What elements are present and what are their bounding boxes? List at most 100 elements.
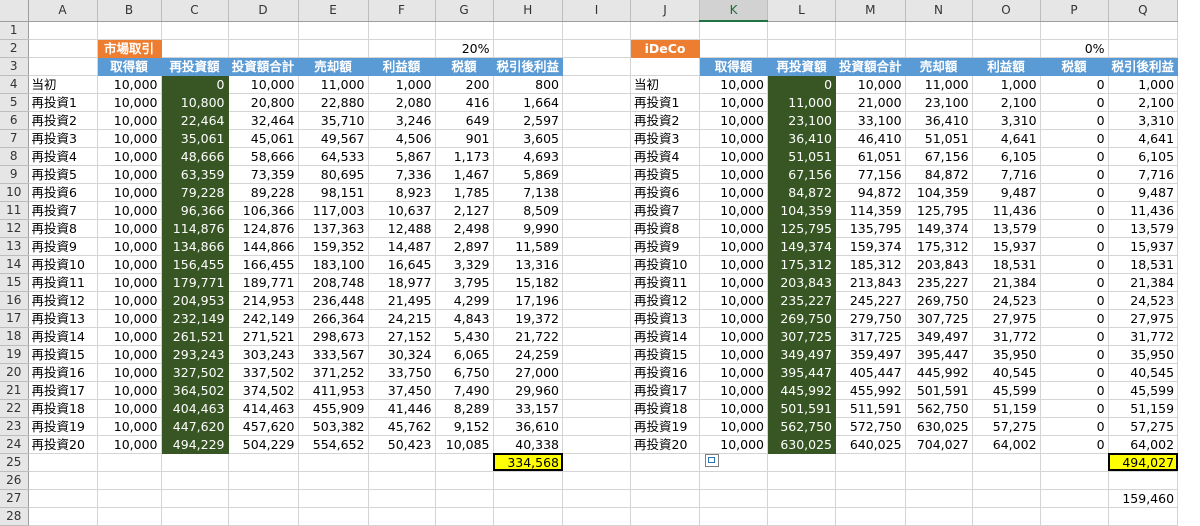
right-value-cell[interactable]: 10,000 [699, 291, 769, 310]
left-value-cell[interactable]: 10,000 [97, 381, 162, 400]
left-value-cell[interactable]: 3,795 [435, 273, 494, 292]
right-table-header[interactable]: 利益額 [972, 57, 1041, 76]
right-value-cell[interactable]: 51,159 [972, 399, 1041, 418]
left-table-header[interactable]: 売却額 [298, 57, 369, 76]
right-value-cell[interactable]: 149,374 [767, 237, 837, 256]
right-value-cell[interactable]: 10,000 [699, 111, 769, 130]
right-value-cell[interactable]: 21,384 [972, 273, 1041, 292]
right-value-cell[interactable]: 1,000 [1108, 75, 1179, 94]
select-all-corner[interactable] [0, 0, 29, 22]
right-value-cell[interactable]: 10,000 [699, 273, 769, 292]
cell[interactable] [562, 255, 632, 274]
right-value-cell[interactable]: 10,000 [699, 399, 769, 418]
row-header[interactable]: 19 [0, 345, 29, 364]
row-header[interactable]: 13 [0, 237, 29, 256]
left-value-cell[interactable]: 10,000 [228, 75, 299, 94]
column-header-l[interactable]: L [767, 0, 837, 22]
left-value-cell[interactable]: 0 [161, 75, 229, 94]
left-value-cell[interactable]: 5,867 [368, 147, 436, 166]
right-row-label[interactable]: 再投資7 [630, 201, 701, 220]
left-value-cell[interactable]: 327,502 [161, 363, 229, 382]
right-row-label[interactable]: 再投資13 [630, 309, 701, 328]
cell[interactable] [368, 39, 436, 58]
cell[interactable] [972, 489, 1041, 508]
left-table-header[interactable]: 利益額 [368, 57, 436, 76]
cell[interactable] [1040, 21, 1109, 40]
left-row-label[interactable]: 再投資4 [28, 147, 98, 166]
left-value-cell[interactable]: 27,000 [493, 363, 564, 382]
right-value-cell[interactable]: 51,051 [905, 129, 973, 148]
cell[interactable] [435, 489, 494, 508]
left-value-cell[interactable]: 106,366 [228, 201, 299, 220]
column-header-h[interactable]: H [493, 0, 564, 22]
right-value-cell[interactable]: 704,027 [905, 435, 973, 454]
right-row-label[interactable]: 当初 [630, 75, 701, 94]
right-value-cell[interactable]: 562,750 [905, 399, 973, 418]
right-value-cell[interactable]: 445,992 [905, 363, 973, 382]
right-value-cell[interactable]: 185,312 [835, 255, 906, 274]
left-value-cell[interactable]: 22,464 [161, 111, 229, 130]
left-row-label[interactable]: 再投資12 [28, 291, 98, 310]
right-value-cell[interactable]: 0 [1040, 183, 1109, 202]
left-value-cell[interactable]: 114,876 [161, 219, 229, 238]
right-value-cell[interactable]: 35,950 [972, 345, 1041, 364]
left-value-cell[interactable]: 8,509 [493, 201, 564, 220]
left-value-cell[interactable]: 50,423 [368, 435, 436, 454]
cell[interactable] [562, 327, 632, 346]
left-table-header[interactable]: 再投資額 [161, 57, 229, 76]
right-value-cell[interactable]: 0 [1040, 93, 1109, 112]
right-table-header[interactable]: 取得額 [699, 57, 769, 76]
cell[interactable] [228, 21, 299, 40]
cell[interactable] [435, 453, 494, 472]
left-value-cell[interactable]: 124,876 [228, 219, 299, 238]
left-value-cell[interactable]: 12,488 [368, 219, 436, 238]
left-value-cell[interactable]: 6,065 [435, 345, 494, 364]
cell[interactable] [562, 147, 632, 166]
cell[interactable] [368, 489, 436, 508]
right-value-cell[interactable]: 15,937 [1108, 237, 1179, 256]
right-value-cell[interactable]: 13,579 [972, 219, 1041, 238]
left-value-cell[interactable]: 32,464 [228, 111, 299, 130]
right-value-cell[interactable]: 279,750 [835, 309, 906, 328]
right-value-cell[interactable]: 24,523 [1108, 291, 1179, 310]
left-value-cell[interactable]: 1,785 [435, 183, 494, 202]
right-value-cell[interactable]: 40,545 [972, 363, 1041, 382]
left-value-cell[interactable]: 48,666 [161, 147, 229, 166]
left-value-cell[interactable]: 22,880 [298, 93, 369, 112]
left-value-cell[interactable]: 14,487 [368, 237, 436, 256]
left-value-cell[interactable]: 1,467 [435, 165, 494, 184]
left-value-cell[interactable]: 10,000 [97, 363, 162, 382]
cell[interactable] [28, 507, 98, 526]
right-value-cell[interactable]: 104,359 [767, 201, 837, 220]
left-value-cell[interactable]: 457,620 [228, 417, 299, 436]
cell[interactable] [767, 39, 837, 58]
right-row-label[interactable]: 再投資19 [630, 417, 701, 436]
cell[interactable] [767, 507, 837, 526]
left-value-cell[interactable]: 414,463 [228, 399, 299, 418]
right-value-cell[interactable]: 11,436 [972, 201, 1041, 220]
cell[interactable] [835, 453, 906, 472]
column-header-b[interactable]: B [97, 0, 162, 22]
cell[interactable] [630, 489, 701, 508]
right-value-cell[interactable]: 175,312 [767, 255, 837, 274]
left-value-cell[interactable]: 144,866 [228, 237, 299, 256]
right-value-cell[interactable]: 33,100 [835, 111, 906, 130]
right-value-cell[interactable]: 23,100 [767, 111, 837, 130]
row-header[interactable]: 23 [0, 417, 29, 436]
cell[interactable] [562, 111, 632, 130]
row-header[interactable]: 22 [0, 399, 29, 418]
cell[interactable] [767, 21, 837, 40]
left-value-cell[interactable]: 17,196 [493, 291, 564, 310]
cell[interactable] [298, 39, 369, 58]
left-value-cell[interactable]: 901 [435, 129, 494, 148]
left-value-cell[interactable]: 494,229 [161, 435, 229, 454]
cell[interactable] [28, 471, 98, 490]
left-value-cell[interactable]: 10,000 [97, 129, 162, 148]
right-value-cell[interactable]: 3,310 [972, 111, 1041, 130]
left-tax-rate-cell[interactable]: 20% [435, 39, 494, 58]
right-value-cell[interactable]: 10,000 [699, 417, 769, 436]
right-value-cell[interactable]: 0 [1040, 327, 1109, 346]
left-value-cell[interactable]: 3,246 [368, 111, 436, 130]
left-value-cell[interactable]: 214,953 [228, 291, 299, 310]
right-value-cell[interactable]: 269,750 [767, 309, 837, 328]
